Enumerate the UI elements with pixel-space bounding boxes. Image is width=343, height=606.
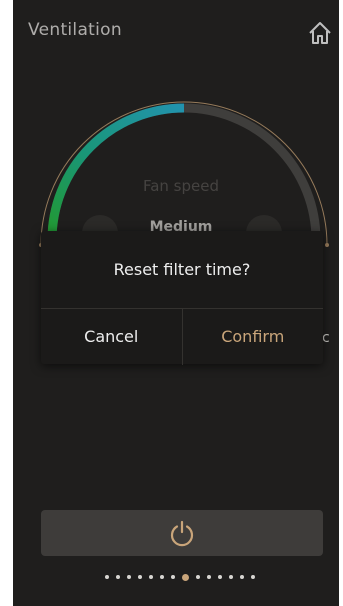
reset-filter-dialog: Reset filter time? Cancel Confirm: [41, 231, 323, 365]
page-dot[interactable]: [160, 575, 164, 579]
page-dot[interactable]: [116, 575, 120, 579]
dialog-actions: Cancel Confirm: [41, 308, 323, 365]
confirm-button[interactable]: Confirm: [183, 309, 324, 365]
page-dot[interactable]: [218, 575, 222, 579]
dialog-message: Reset filter time?: [113, 260, 251, 279]
power-icon: [170, 520, 194, 547]
page-dot[interactable]: [196, 575, 200, 579]
page-dot[interactable]: [138, 575, 142, 579]
side-peek-text: с: [322, 330, 330, 346]
page-dot[interactable]: [207, 575, 211, 579]
power-button[interactable]: [41, 510, 323, 556]
page-dot[interactable]: [149, 575, 153, 579]
cancel-button[interactable]: Cancel: [41, 309, 183, 365]
ventilation-screen: Ventilation Fan speed Medium с Reset fil…: [13, 0, 339, 606]
page-dot[interactable]: [229, 575, 233, 579]
page-dot[interactable]: [105, 575, 109, 579]
page-dot[interactable]: [127, 575, 131, 579]
page-dot[interactable]: [251, 575, 255, 579]
page-indicator: [13, 574, 339, 581]
page-dot-active[interactable]: [182, 574, 189, 581]
page-dot[interactable]: [240, 575, 244, 579]
page-dot[interactable]: [171, 575, 175, 579]
